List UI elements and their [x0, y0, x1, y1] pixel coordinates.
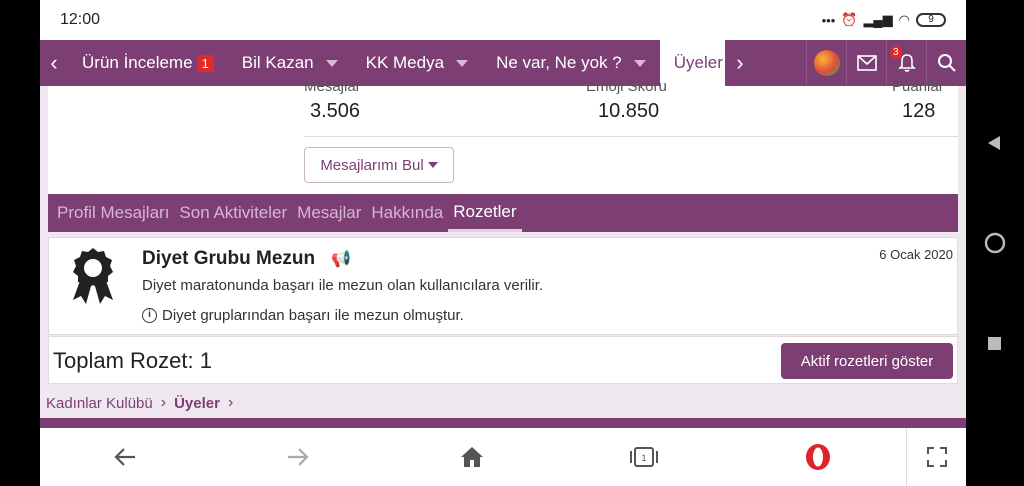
nav-item-uyeler[interactable]: Üyeler — [659, 40, 725, 86]
fullscreen-button[interactable] — [906, 428, 966, 486]
browser-screen: 12:00 ••• ⏰ ▂▄▆ ◠ 9 ‹ Ürün İnceleme 1 Bi… — [40, 0, 966, 486]
profile-stats-card: Mesajlar 3.506 Emoji Skoru 10.850 Puanla… — [48, 78, 958, 194]
tab-messages[interactable]: Mesajlar — [292, 194, 366, 232]
battery-icon: 9 — [916, 13, 946, 27]
opera-logo-icon — [806, 444, 830, 470]
megaphone-icon[interactable]: 📢 — [331, 249, 351, 269]
emoji-score-value: 10.850 — [598, 100, 660, 122]
footer-strip — [40, 418, 966, 428]
home-button[interactable] — [442, 428, 502, 486]
inbox-button[interactable] — [846, 40, 886, 86]
nav-scroll-left-icon[interactable]: ‹ — [40, 40, 68, 86]
nav-item-badge: 1 — [196, 54, 214, 72]
status-icons: ••• ⏰ ▂▄▆ ◠ 9 — [822, 10, 946, 30]
nav-item-urun-inceleme[interactable]: Ürün İnceleme 1 — [68, 40, 228, 86]
badge-date: 6 Ocak 2020 — [879, 247, 953, 262]
notification-count-badge: 3 — [890, 46, 902, 59]
chevron-down-icon — [633, 59, 646, 67]
chevron-down-icon — [325, 59, 338, 67]
user-avatar-button[interactable] — [806, 40, 846, 86]
wifi-icon: ◠ — [898, 12, 910, 27]
system-recents-icon[interactable] — [987, 336, 1002, 351]
badge-total-bar: Toplam Rozet: 1 Aktif rozetleri göster — [48, 336, 958, 384]
android-navigation-bar — [966, 0, 1024, 486]
arrow-left-icon — [114, 448, 135, 466]
find-my-messages-label: Mesajlarımı Bul — [320, 156, 424, 174]
envelope-icon — [856, 55, 877, 71]
system-home-icon[interactable] — [984, 232, 1006, 254]
award-ribbon-icon — [73, 248, 113, 304]
chevron-right-icon: › — [160, 394, 167, 411]
messages-value: 3.506 — [310, 100, 361, 122]
nav-item-label: Bil Kazan — [241, 53, 314, 72]
nav-scroll-right-icon[interactable]: › — [724, 40, 755, 86]
fullscreen-icon — [926, 447, 947, 467]
chevron-down-icon — [456, 59, 469, 67]
badge-list-item: Diyet Grubu Mezun 📢 6 Ocak 2020 Diyet ma… — [48, 237, 958, 335]
svg-text:1: 1 — [641, 453, 646, 463]
more-dots-icon: ••• — [821, 12, 836, 28]
signal-icon: ▂▄▆ — [863, 12, 893, 27]
find-my-messages-button[interactable]: Mesajlarımı Bul — [304, 147, 454, 183]
breadcrumb-current-link[interactable]: Üyeler — [174, 395, 220, 412]
status-bar: 12:00 ••• ⏰ ▂▄▆ ◠ 9 — [40, 0, 966, 40]
tabs-button[interactable]: 1 — [614, 428, 674, 486]
arrow-right-icon — [288, 448, 309, 466]
profile-tabs: Profil Mesajları Son Aktiviteler Mesajla… — [48, 194, 958, 232]
chevron-down-icon — [427, 162, 438, 168]
status-time: 12:00 — [60, 11, 101, 28]
tab-about[interactable]: Hakkında — [366, 194, 448, 232]
tab-profile-messages[interactable]: Profil Mesajları — [52, 194, 174, 232]
nav-item-label: Üyeler — [673, 53, 723, 72]
badge-description: Diyet maratonunda başarı ile mezun olan … — [142, 277, 544, 294]
badge-total-count: Toplam Rozet: 1 — [53, 348, 212, 373]
show-active-badges-button[interactable]: Aktif rozetleri göster — [781, 343, 953, 379]
points-label: Puanlar — [892, 78, 944, 95]
breadcrumb-root-link[interactable]: Kadınlar Kulübü — [46, 395, 153, 412]
nav-item-kk-medya[interactable]: KK Medya — [352, 40, 482, 86]
tab-badges[interactable]: Rozetler — [448, 194, 522, 232]
tabs-icon: 1 — [630, 447, 658, 467]
back-button[interactable] — [95, 428, 155, 486]
system-back-icon[interactable] — [986, 135, 1002, 151]
browser-bottom-bar: 1 — [40, 428, 966, 486]
nav-item-label: Ürün İnceleme — [82, 53, 193, 72]
badge-title: Diyet Grubu Mezun — [142, 248, 316, 269]
badge-note-text: Diyet gruplarından başarı ile mezun olmu… — [162, 307, 464, 324]
breadcrumb: Kadınlar Kulübü › Üyeler › — [46, 394, 233, 412]
search-icon — [937, 54, 956, 72]
avatar — [813, 50, 840, 76]
home-icon — [461, 447, 483, 467]
nav-item-label: Ne var, Ne yok ? — [496, 53, 622, 72]
badge-note: i Diyet gruplarından başarı ile mezun ol… — [142, 307, 464, 324]
emoji-score-label: Emoji Skoru — [586, 78, 667, 95]
points-value: 128 — [902, 100, 936, 122]
chevron-right-icon: › — [227, 394, 234, 411]
nav-item-label: KK Medya — [365, 53, 445, 72]
top-navigation: ‹ Ürün İnceleme 1 Bil Kazan KK Medya Ne … — [40, 40, 966, 86]
divider — [304, 136, 958, 137]
alarm-icon: ⏰ — [841, 12, 858, 27]
opera-menu-button[interactable] — [788, 428, 848, 486]
tab-recent-activity[interactable]: Son Aktiviteler — [174, 194, 292, 232]
messages-label: Mesajlar — [304, 78, 361, 95]
forward-button[interactable] — [268, 428, 328, 486]
info-icon: i — [142, 308, 157, 323]
